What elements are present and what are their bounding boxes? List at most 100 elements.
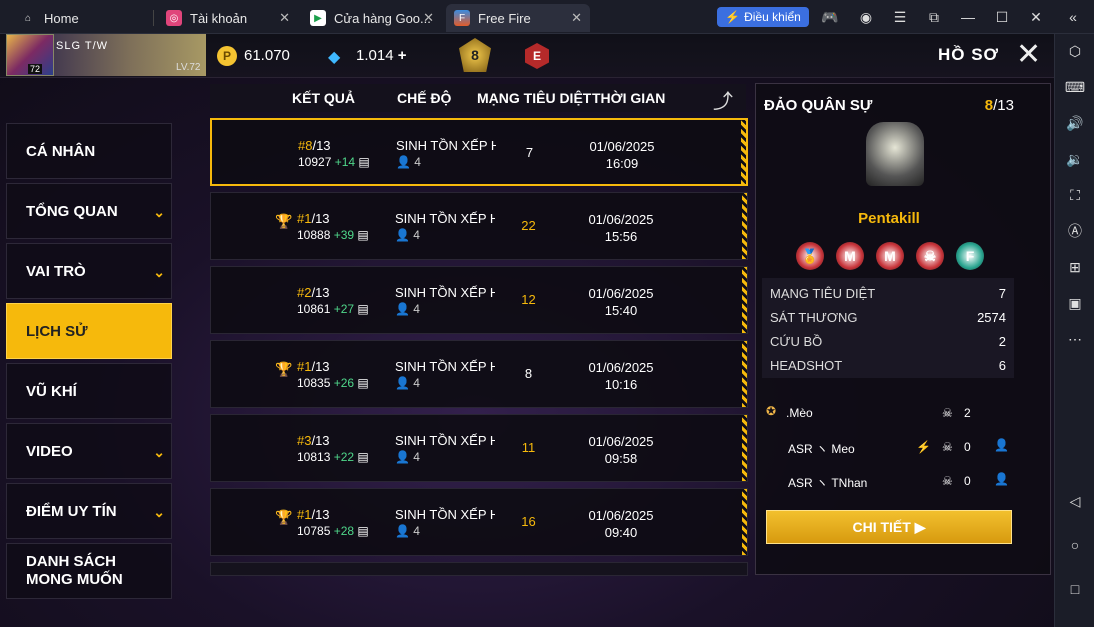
- player-name[interactable]: ASR ヽ Meo: [788, 440, 855, 457]
- score-delta: +39: [333, 228, 355, 242]
- multi-instance-icon[interactable]: ⊞: [1064, 256, 1086, 278]
- match-rank: #1/13: [297, 507, 330, 522]
- match-time: 09:40: [604, 525, 638, 540]
- match-kills: 8: [524, 366, 533, 381]
- tab-play-store[interactable]: ▶ Cửa hàng Goo... ✕: [302, 4, 442, 32]
- title-icon: ⚡: [916, 440, 931, 454]
- recents-icon[interactable]: □: [1064, 578, 1086, 600]
- team-size: 👤 4: [395, 450, 420, 464]
- match-date: 01/06/2025: [588, 360, 654, 375]
- medal-icon[interactable]: 🏅: [796, 242, 824, 270]
- match-score: 10927 +14 ▤: [298, 155, 370, 169]
- team-size: 👤 4: [395, 302, 420, 316]
- sidebar-label: VŨ KHÍ: [26, 382, 77, 400]
- profile-icon[interactable]: ◉: [857, 8, 875, 26]
- close-tab-icon[interactable]: ✕: [571, 10, 582, 26]
- share-icon[interactable]: ⤴: [713, 85, 733, 114]
- medal-icon[interactable]: M: [876, 242, 904, 270]
- tab-home[interactable]: ⌂ Home: [12, 4, 152, 32]
- stat-kills: MẠNG TIÊU DIỆT 7: [770, 286, 1006, 301]
- match-date: 01/06/2025: [588, 434, 654, 449]
- macro-icon[interactable]: Ⓐ: [1064, 220, 1086, 242]
- add-friend-icon[interactable]: 👤: [994, 472, 1009, 486]
- tab-account[interactable]: ◎ Tài khoản ✕: [158, 4, 298, 32]
- lightning-icon: ⚡: [725, 10, 741, 24]
- close-window-icon[interactable]: ✕: [1027, 8, 1045, 26]
- team-size: 👤 4: [395, 376, 420, 390]
- sidebar-item-video[interactable]: VIDEO ⌄: [6, 423, 172, 479]
- medal-icon[interactable]: M: [836, 242, 864, 270]
- sidebar-item-overview[interactable]: TỔNG QUAN ⌄: [6, 183, 172, 239]
- team-size: 👤 4: [395, 228, 420, 242]
- match-datetime: 01/06/2025 09:40: [571, 507, 671, 541]
- match-mode: SINH TỒN XẾP HẠ: [395, 507, 495, 522]
- match-row[interactable]: 🏆 #1/13 10835 +26 ▤ SINH TỒN XẾP HẠ 👤 4 …: [210, 340, 748, 408]
- sidebar-item-roles[interactable]: VAI TRÒ ⌄: [6, 243, 172, 299]
- sidebar-item-wishlist[interactable]: DANH SÁCH MONG MUỐN: [6, 543, 172, 599]
- sidebar-label: ĐIỂM UY TÍN: [26, 502, 117, 520]
- player-name[interactable]: .Mèo: [786, 406, 813, 420]
- menu-icon[interactable]: ☰: [891, 8, 909, 26]
- sidebar-item-weapons[interactable]: VŨ KHÍ: [6, 363, 172, 419]
- match-row[interactable]: 🏆 #1/13 10785 +28 ▤ SINH TỒN XẾP HẠ 👤 4 …: [210, 488, 748, 556]
- rank-total: /13: [312, 138, 331, 153]
- tab-divider: [153, 10, 154, 26]
- team-size: 👤 4: [395, 524, 420, 538]
- plus-icon[interactable]: +: [398, 47, 407, 64]
- collapse-sidebar-icon[interactable]: «: [1064, 8, 1082, 26]
- close-icon[interactable]: ✕: [1016, 40, 1041, 70]
- match-date: 01/06/2025: [588, 286, 654, 301]
- maximize-icon[interactable]: ☐: [993, 8, 1011, 26]
- rank-medal-icon: ✪: [766, 404, 777, 418]
- score-delta: +22: [333, 450, 355, 464]
- stat-headshot: HEADSHOT 6: [770, 358, 1006, 373]
- score-value: 10888: [297, 228, 331, 242]
- rank-value: #1: [297, 211, 312, 226]
- skull-icon: ☠: [942, 440, 953, 454]
- gold-coin-icon: P: [217, 46, 237, 66]
- volume-up-icon[interactable]: 🔊: [1064, 112, 1086, 134]
- controls-button[interactable]: ⚡ Điều khiển: [717, 7, 809, 27]
- match-mode: SINH TỒN XẾP HẠ: [395, 211, 495, 226]
- match-row[interactable]: 🏆 #1/13 10888 +39 ▤ SINH TỒN XẾP HẠ 👤 4 …: [210, 192, 748, 260]
- close-tab-icon[interactable]: ✕: [423, 10, 434, 26]
- trophy-icon: 🏆: [275, 509, 293, 525]
- match-score: 10861 +27 ▤: [297, 302, 369, 316]
- details-button[interactable]: CHI TIẾT ▶: [766, 510, 1012, 544]
- match-row[interactable]: #8/13 10927 +14 ▤ SINH TỒN XẾP HẠ 👤 4 7 …: [210, 118, 748, 186]
- medal-icon[interactable]: ☠: [916, 242, 944, 270]
- apk-icon[interactable]: ▣: [1064, 292, 1086, 314]
- back-icon[interactable]: ◁: [1064, 490, 1086, 512]
- medal-icon[interactable]: F: [956, 242, 984, 270]
- rank-total: /13: [311, 433, 330, 448]
- sidebar-item-history[interactable]: LỊCH SỬ: [6, 303, 172, 359]
- more-icon[interactable]: ⋯: [1064, 328, 1086, 350]
- gamepad-icon[interactable]: 🎮: [821, 8, 839, 26]
- sidebar-item-personal[interactable]: CÁ NHÂN: [6, 123, 172, 179]
- sidebar-item-reputation[interactable]: ĐIỂM UY TÍN ⌄: [6, 483, 172, 539]
- match-rank: #2/13: [297, 285, 330, 300]
- screenshot-icon[interactable]: ⛶: [1064, 184, 1086, 206]
- stat-label: CỨU BỒ: [770, 334, 823, 349]
- add-friend-icon[interactable]: 👤: [994, 438, 1009, 452]
- close-tab-icon[interactable]: ✕: [279, 10, 290, 26]
- match-row[interactable]: #3/13 10813 +22 ▤ SINH TỒN XẾP HẠ 👤 4 11…: [210, 414, 748, 482]
- minimize-icon[interactable]: —: [959, 8, 977, 26]
- stat-label: SÁT THƯƠNG: [770, 310, 858, 325]
- player-name[interactable]: ASR ヽ TNhan: [788, 474, 867, 491]
- tab-free-fire[interactable]: F Free Fire ✕: [446, 4, 590, 32]
- match-rank: #1/13: [297, 359, 330, 374]
- settings-hex-icon[interactable]: ⬡: [1064, 40, 1086, 62]
- popout-icon[interactable]: ⧉: [925, 8, 943, 26]
- rank-total: /13: [311, 507, 330, 522]
- score-value: 10861: [297, 302, 331, 316]
- team-value: 4: [413, 524, 420, 538]
- diamond-icon: ◆: [328, 49, 341, 66]
- match-score: 10785 +28 ▤: [297, 524, 369, 538]
- home-nav-icon[interactable]: ○: [1064, 534, 1086, 556]
- diamond-amount[interactable]: 1.014 +: [356, 47, 406, 64]
- keyboard-icon[interactable]: ⌨: [1064, 76, 1086, 98]
- volume-down-icon[interactable]: 🔉: [1064, 148, 1086, 170]
- gold-amount: 61.070: [244, 47, 290, 64]
- match-row[interactable]: #2/13 10861 +27 ▤ SINH TỒN XẾP HẠ 👤 4 12…: [210, 266, 748, 334]
